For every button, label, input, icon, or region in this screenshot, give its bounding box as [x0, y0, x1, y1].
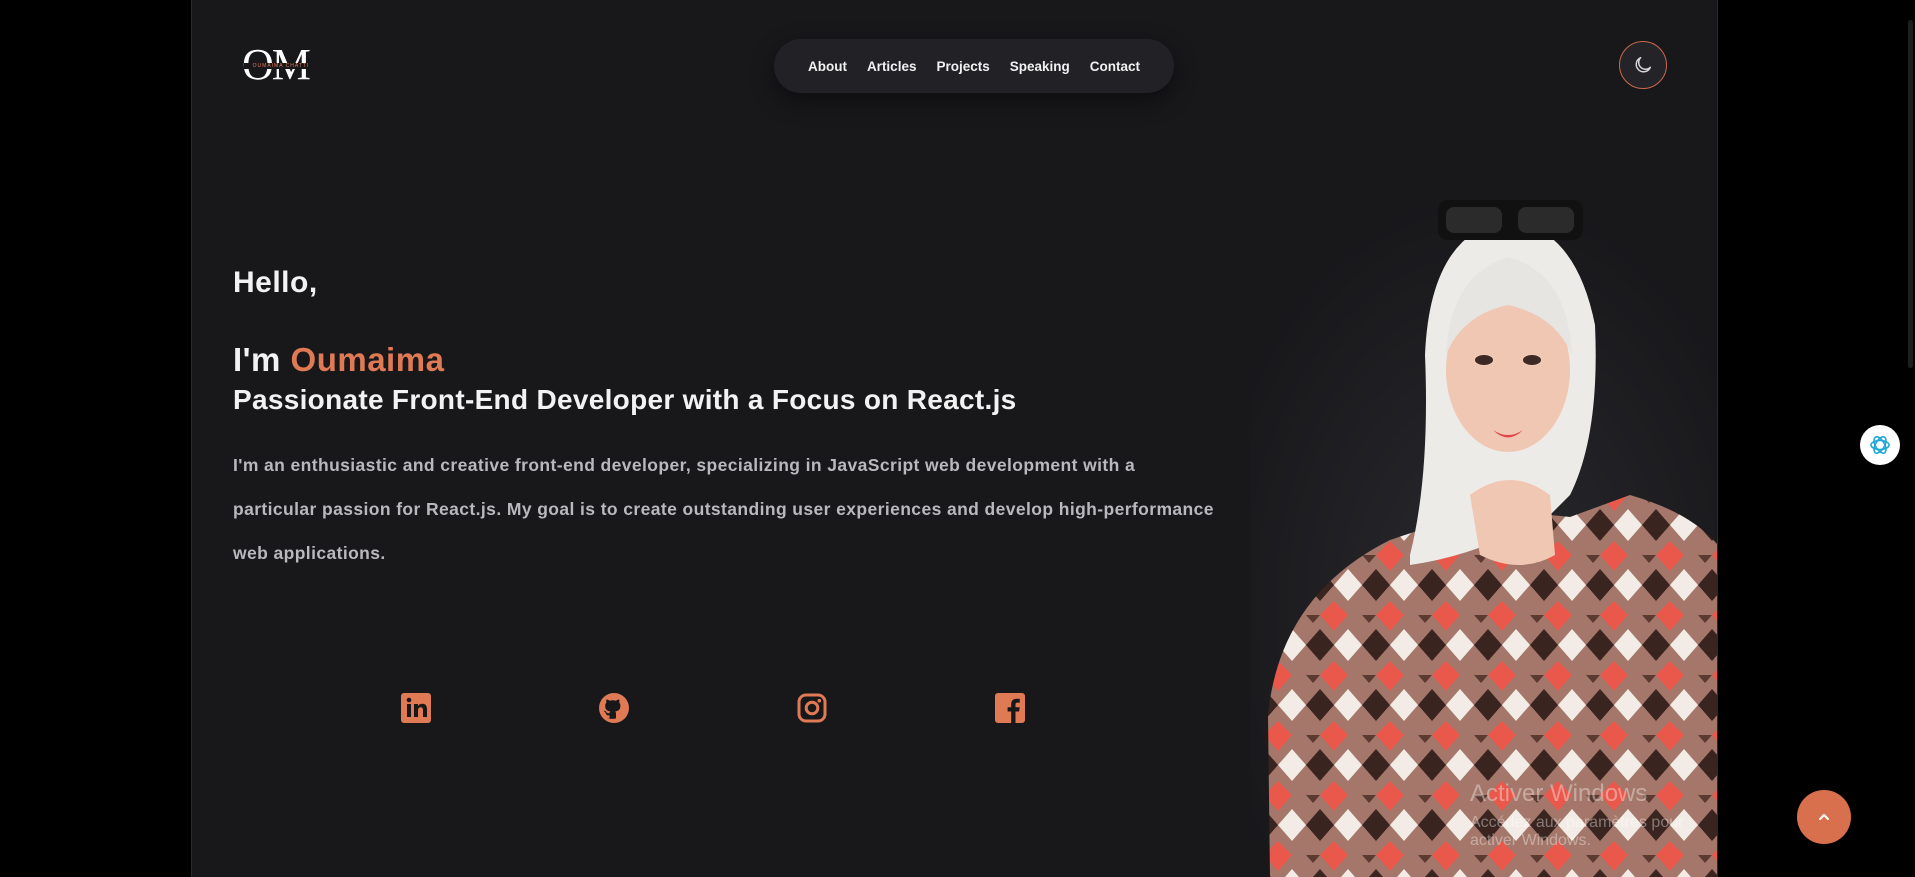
site-logo[interactable]: OM OUMAIMA CHATTI — [242, 43, 322, 87]
profile-photo — [1250, 195, 1717, 877]
activation-title: Activer Windows — [1470, 780, 1648, 807]
linkedin-icon — [401, 693, 431, 723]
scrollbar-thumb[interactable] — [1908, 20, 1913, 368]
facebook-icon — [995, 693, 1025, 723]
logo-subtext: OUMAIMA CHATTI — [244, 63, 318, 69]
instagram-link[interactable] — [796, 692, 828, 724]
hero-name: Oumaima — [290, 341, 445, 378]
openai-icon — [1870, 436, 1890, 454]
github-link[interactable] — [598, 692, 630, 724]
ai-assistant-button[interactable] — [1860, 425, 1900, 465]
moon-icon — [1635, 56, 1652, 73]
windows-activation-watermark: Activer Windows Accédez aux paramètres p… — [1470, 780, 1717, 850]
activation-subtitle: Accédez aux paramètres pour activer Wind… — [1470, 814, 1684, 849]
nav-contact[interactable]: Contact — [1090, 59, 1140, 74]
scroll-to-top-button[interactable] — [1797, 790, 1851, 844]
hero-bio: I'm an enthusiastic and creative front-e… — [233, 455, 1214, 563]
page-container: OM OUMAIMA CHATTI About Articles Project… — [191, 0, 1718, 877]
hero-greeting: Hello, — [233, 266, 318, 299]
nav-projects[interactable]: Projects — [936, 59, 989, 74]
github-icon — [599, 693, 629, 723]
linkedin-link[interactable] — [400, 692, 432, 724]
hero-intro-prefix: I'm — [233, 341, 291, 378]
hero-intro: I'm Oumaima — [233, 341, 444, 379]
main-nav: About Articles Projects Speaking Contact — [774, 39, 1174, 93]
hero-role: Passionate Front-End Developer with a Fo… — [233, 384, 1017, 415]
nav-about[interactable]: About — [808, 59, 847, 74]
nav-speaking[interactable]: Speaking — [1010, 59, 1070, 74]
theme-toggle-button[interactable] — [1619, 41, 1667, 89]
nav-articles[interactable]: Articles — [867, 59, 917, 74]
facebook-link[interactable] — [994, 692, 1026, 724]
chevron-up-icon — [1819, 814, 1829, 820]
instagram-icon — [797, 693, 827, 723]
